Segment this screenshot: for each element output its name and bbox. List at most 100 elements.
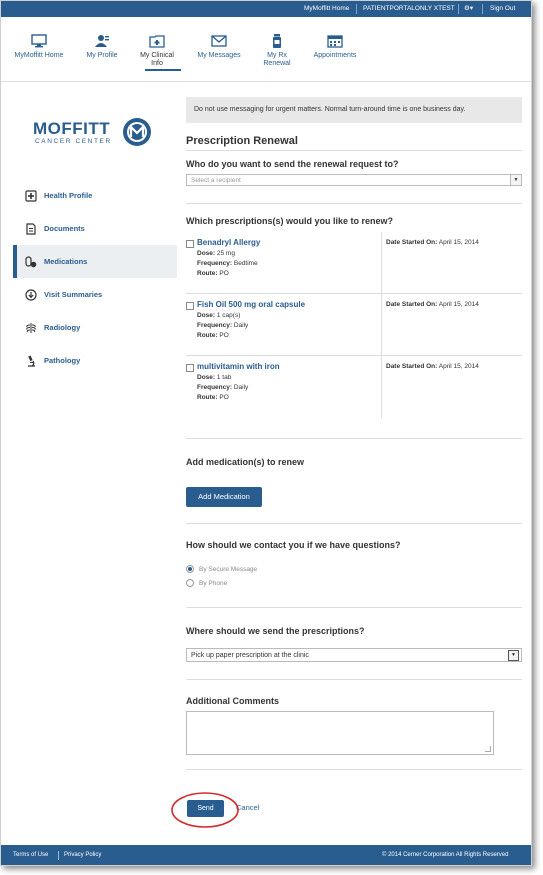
- prescription-dose: Dose: 1 tab: [197, 374, 232, 381]
- nav-my-clinical-info[interactable]: My Clinical Info: [125, 17, 189, 71]
- prescription-checkbox[interactable]: [186, 302, 194, 310]
- prescription-list: Benadryl Allergy Dose: 25 mg Frequency: …: [186, 232, 522, 418]
- monitor-icon: [31, 34, 47, 48]
- page-title: Prescription Renewal: [186, 135, 298, 147]
- prescription-route: Route: PO: [197, 394, 229, 401]
- settings-gear-icon[interactable]: ⚙▾: [464, 1, 473, 17]
- nav-appointments[interactable]: Appointments: [303, 17, 367, 60]
- radio-by-phone[interactable]: By Phone: [186, 576, 522, 590]
- delivery-value: Pick up paper prescription at the clinic: [191, 652, 309, 659]
- ribcage-icon: [26, 322, 36, 333]
- nav-active-underline: [145, 69, 181, 71]
- pill-bottle-icon: [273, 34, 281, 48]
- urgent-notice: Do not use messaging for urgent matters.…: [186, 97, 522, 123]
- divider: [186, 607, 522, 608]
- comments-heading: Additional Comments: [186, 696, 280, 706]
- prescription-route: Route: PO: [197, 332, 229, 339]
- nav-label: My Clinical Info: [140, 52, 174, 67]
- footer: Terms of Use Privacy Policy © 2014 Cerne…: [1, 845, 531, 865]
- sidebar-item-label: Documents: [44, 224, 85, 233]
- prescription-name[interactable]: Fish Oil 500 mg oral capsule: [197, 300, 305, 309]
- logo-name: MOFFITT: [33, 119, 111, 138]
- prescription-frequency: Frequency: Daily: [197, 322, 249, 329]
- prescription-name[interactable]: multivitamin with iron: [197, 362, 280, 371]
- nav-label: MyMoffitt Home: [14, 52, 64, 59]
- sidebar-item-radiology[interactable]: Radiology: [13, 311, 177, 344]
- sign-out-link[interactable]: Sign Out: [490, 1, 515, 17]
- nav-label: Appointments: [313, 52, 357, 59]
- privacy-link[interactable]: Privacy Policy: [64, 845, 101, 865]
- resize-grip-icon[interactable]: [485, 746, 491, 752]
- sidebar-item-pathology[interactable]: Pathology: [13, 344, 177, 377]
- moffitt-logo: MOFFITT CANCER CENTER: [33, 118, 151, 146]
- which-prescriptions-question: Which prescriptions(s) would you like to…: [186, 216, 394, 226]
- sidebar-item-health-profile[interactable]: Health Profile: [13, 179, 177, 212]
- divider: [186, 769, 522, 770]
- prescription-item: Fish Oil 500 mg oral capsule Dose: 1 cap…: [186, 294, 522, 356]
- recipient-select[interactable]: Select a recipient ▼: [186, 174, 522, 186]
- add-medication-heading: Add medication(s) to renew: [186, 457, 305, 467]
- column-divider: [381, 294, 382, 356]
- divider: [186, 203, 522, 204]
- top-user-name[interactable]: PATIENTPORTALONLY XTEST: [363, 1, 455, 17]
- recipient-placeholder: Select a recipient: [191, 177, 241, 184]
- recipient-question: Who do you want to send the renewal requ…: [186, 159, 399, 169]
- nav-label: My Rx Renewal: [263, 52, 291, 67]
- contact-question: How should we contact you if we have que…: [186, 540, 401, 550]
- sidebar-item-label: Visit Summaries: [44, 290, 103, 299]
- top-divider: [356, 4, 357, 14]
- prescription-frequency: Frequency: Bedtime: [197, 260, 258, 267]
- radio-label: By Secure Message: [199, 565, 258, 573]
- radio-secure-message[interactable]: By Secure Message: [186, 562, 522, 576]
- logo-m-icon: [123, 118, 151, 146]
- divider: [186, 150, 522, 151]
- prescription-route: Route: PO: [197, 270, 229, 277]
- prescription-checkbox[interactable]: [186, 240, 194, 248]
- chevron-down-icon: ▼: [508, 650, 519, 661]
- top-divider: [482, 4, 483, 14]
- footer-divider: [58, 851, 59, 860]
- divider: [186, 438, 522, 439]
- prescription-start-date: Date Started On: April 15, 2014: [386, 301, 479, 308]
- prescription-frequency: Frequency: Daily: [197, 384, 249, 391]
- prescription-dose: Dose: 25 mg: [197, 250, 235, 257]
- terms-link[interactable]: Terms of Use: [13, 845, 48, 865]
- contact-options: By Secure Message By Phone: [186, 562, 522, 590]
- copyright-text: © 2014 Cerner Corporation All Rights Res…: [382, 852, 509, 858]
- radio-button[interactable]: [186, 579, 194, 587]
- main-nav: MyMoffitt Home My Profile My Clinical In…: [1, 17, 531, 82]
- sidebar-item-label: Health Profile: [44, 191, 93, 200]
- delivery-select[interactable]: Pick up paper prescription at the clinic…: [186, 648, 522, 662]
- microscope-icon: [28, 355, 35, 367]
- sidebar-item-documents[interactable]: Documents: [13, 212, 177, 245]
- download-circle-icon: [25, 288, 37, 301]
- envelope-icon: [211, 35, 227, 47]
- divider: [186, 523, 522, 524]
- chevron-down-icon: ▼: [510, 175, 521, 185]
- pills-icon: [25, 255, 37, 267]
- sidebar-item-visit-summaries[interactable]: Visit Summaries: [13, 278, 177, 311]
- prescription-start-date: Date Started On: April 15, 2014: [386, 239, 479, 246]
- prescription-checkbox[interactable]: [186, 364, 194, 372]
- top-home-link[interactable]: MyMoffitt Home: [304, 1, 349, 17]
- prescription-item: Benadryl Allergy Dose: 25 mg Frequency: …: [186, 232, 522, 294]
- nav-mymoffitt-home[interactable]: MyMoffitt Home: [7, 17, 71, 60]
- sidebar-item-medications[interactable]: Medications: [13, 245, 177, 278]
- divider: [186, 679, 522, 680]
- add-medication-button[interactable]: Add Medication: [186, 487, 262, 507]
- top-divider: [458, 4, 459, 14]
- prescription-name[interactable]: Benadryl Allergy: [197, 238, 260, 247]
- prescription-start-date: Date Started On: April 15, 2014: [386, 363, 479, 370]
- sidebar: Health Profile Documents Medications Vis…: [13, 179, 177, 377]
- logo-subtitle: CANCER CENTER: [35, 138, 112, 145]
- comments-textarea[interactable]: [186, 711, 494, 755]
- column-divider: [381, 232, 382, 294]
- nav-label: My Messages: [197, 52, 241, 59]
- radio-label: By Phone: [199, 579, 228, 587]
- user-profile-icon: [95, 35, 109, 47]
- nav-my-messages[interactable]: My Messages: [187, 17, 251, 60]
- nav-my-rx-renewal[interactable]: My Rx Renewal: [245, 17, 309, 68]
- page-frame: MyMoffitt Home PATIENTPORTALONLY XTEST ⚙…: [0, 0, 532, 866]
- medical-folder-icon: [149, 35, 165, 48]
- radio-button[interactable]: [186, 565, 194, 573]
